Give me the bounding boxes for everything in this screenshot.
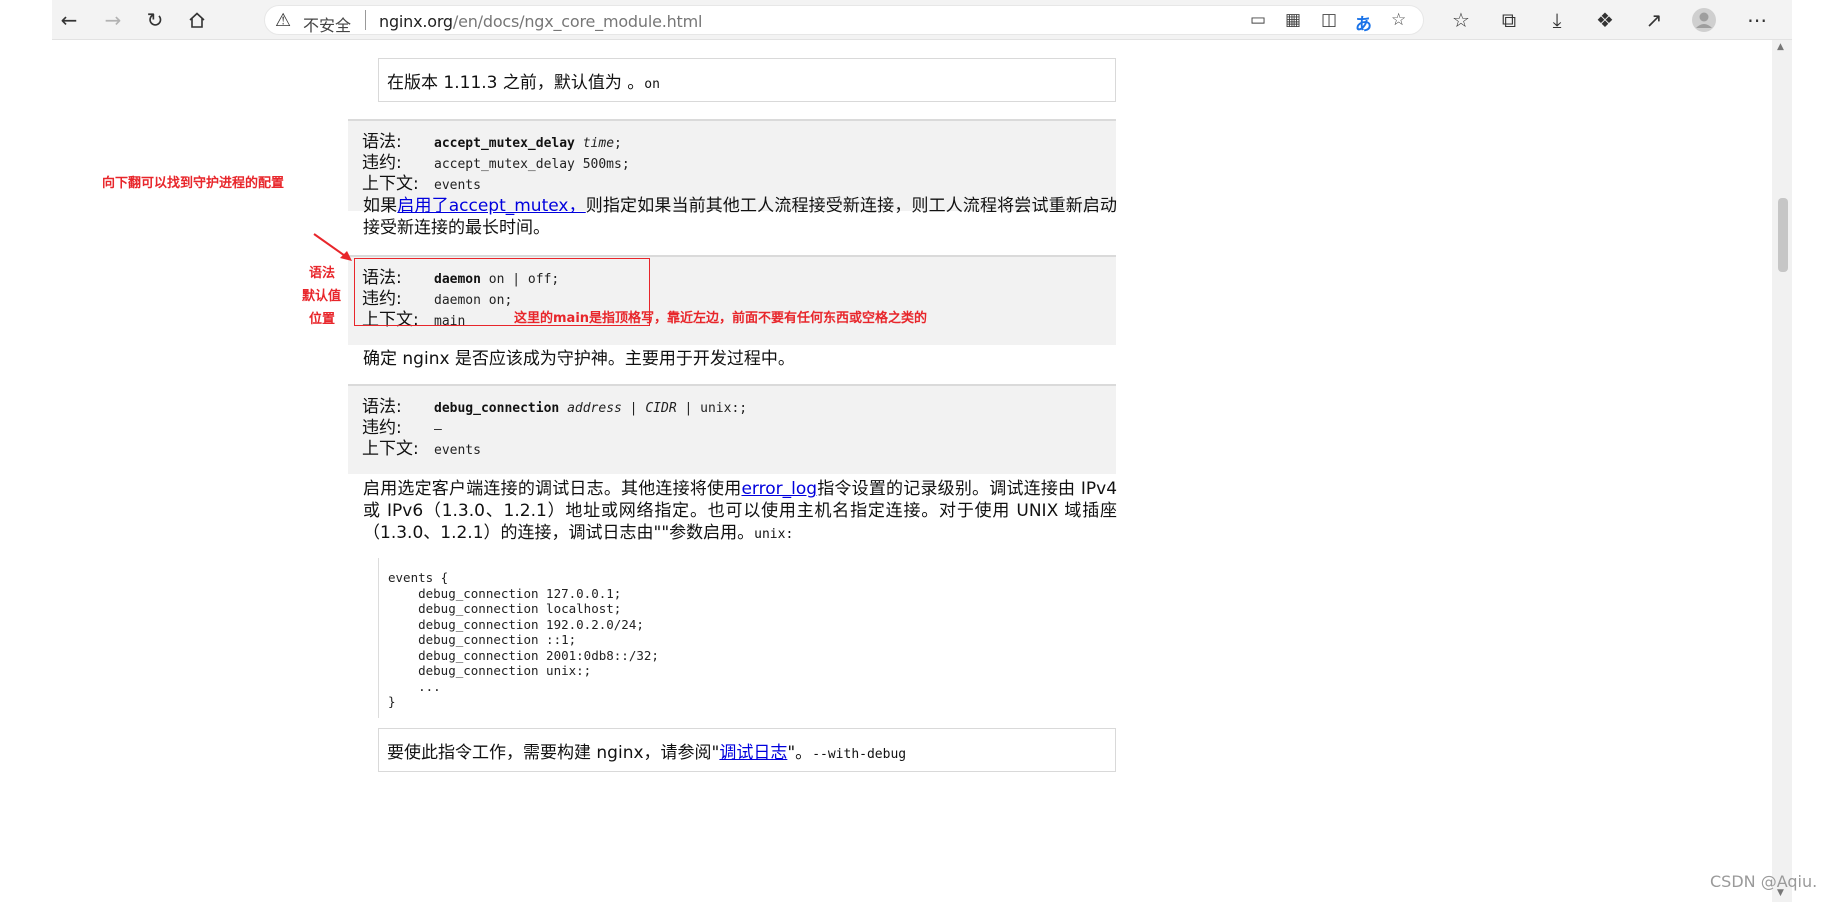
annotation-arrow-icon — [313, 233, 352, 261]
forward-button[interactable]: → — [96, 4, 130, 36]
download-icon: ⤓ — [1552, 8, 1562, 32]
refresh-icon: ↻ — [146, 8, 164, 32]
vertical-scrollbar[interactable]: ▲ ▼ — [1772, 40, 1792, 902]
context-label: 上下文: — [362, 439, 419, 459]
annotation-scroll-hint: 向下翻可以找到守护进程的配置 — [102, 176, 285, 191]
apps-icon[interactable]: ▦ — [1285, 10, 1301, 30]
scroll-thumb[interactable] — [1778, 198, 1788, 272]
default-value: accept_mutex_delay 500ms; — [434, 157, 630, 172]
share-icon: ↗ — [1645, 8, 1663, 32]
syntax-value: accept_mutex_delay time; — [434, 136, 622, 151]
context-label: 上下文: — [362, 174, 419, 194]
browser-toolbar: ← → ↻ ⚠ 不安全 nginx.org/en/docs/ngx_core_m… — [52, 0, 1792, 40]
profile-icon — [1692, 8, 1716, 32]
watermark: CSDN @Aqiu. — [1710, 872, 1818, 891]
extensions-icon: ❖ — [1596, 8, 1614, 32]
syntax-value: debug_connection address | CIDR | unix:; — [434, 401, 748, 416]
back-button[interactable]: ← — [52, 4, 86, 36]
refresh-button[interactable]: ↻ — [138, 4, 172, 36]
collections-button[interactable]: ⧉ — [1492, 4, 1526, 36]
home-icon — [189, 12, 205, 28]
address-separator — [365, 10, 366, 30]
address-bar[interactable]: ⚠ 不安全 nginx.org/en/docs/ngx_core_module.… — [264, 5, 1424, 35]
code-example-text: events { debug_connection 127.0.0.1; deb… — [388, 570, 659, 709]
annotation-label-default: 默认值 — [302, 289, 342, 304]
profile-button[interactable] — [1687, 4, 1721, 36]
link-debug-log[interactable]: 调试日志 — [719, 743, 787, 763]
url-host: nginx.org — [379, 12, 453, 31]
browser-window: ← → ↻ ⚠ 不安全 nginx.org/en/docs/ngx_core_m… — [52, 0, 1792, 902]
note-top: 在版本 1.11.3 之前，默认值为 。on — [378, 58, 1116, 102]
link-error-log[interactable]: error_log — [741, 479, 817, 499]
annotation-main-note: 这里的main是指顶格写，靠近左边，前面不要有任何东西或空格之类的 — [514, 311, 928, 326]
default-value: — — [434, 422, 442, 437]
security-label[interactable]: 不安全 — [303, 12, 351, 36]
code-example: events { debug_connection 127.0.0.1; deb… — [378, 558, 1116, 718]
context-value: events — [434, 178, 481, 193]
annotation-label-syntax: 语法 — [309, 266, 336, 281]
page-content: 在版本 1.11.3 之前，默认值为 。on 语法: 违约: 上下文: acce… — [52, 40, 1772, 902]
extensions-button[interactable]: ❖ — [1588, 4, 1622, 36]
paragraph-accept-mutex: 如果启用了accept_mutex，则指定如果当前其他工人流程接受新连接，则工人… — [363, 196, 1118, 238]
context-value: events — [434, 443, 481, 458]
default-label: 违约: — [362, 418, 402, 438]
cast-icon[interactable]: ▭ — [1250, 10, 1266, 30]
reader-icon[interactable]: ◫ — [1321, 10, 1337, 30]
download-button[interactable]: ⤓ — [1540, 4, 1574, 36]
share-button[interactable]: ↗ — [1637, 4, 1671, 36]
more-button[interactable]: ⋯ — [1740, 4, 1774, 36]
arrow-left-icon: ← — [60, 8, 78, 32]
annotation-label-position: 位置 — [309, 312, 336, 327]
default-label: 违约: — [362, 153, 402, 173]
more-icon: ⋯ — [1747, 8, 1767, 32]
translate-icon[interactable]: あ — [1355, 10, 1372, 35]
url-path: /en/docs/ngx_core_module.html — [452, 12, 703, 31]
collections-icon: ⧉ — [1501, 8, 1517, 32]
url-text[interactable]: nginx.org/en/docs/ngx_core_module.html — [379, 12, 702, 31]
note-top-text: 在版本 1.11.3 之前，默认值为 。on — [387, 73, 660, 93]
paragraph-daemon: 确定 nginx 是否应该成为守护神。主要用于开发过程中。 — [363, 349, 795, 369]
favorites-button[interactable]: ☆ — [1444, 4, 1478, 36]
paragraph-debug-connection: 启用选定客户端连接的调试日志。其他连接将使用error_log指令设置的记录级别… — [363, 479, 1118, 543]
arrow-right-icon: → — [104, 8, 122, 32]
home-button[interactable] — [180, 4, 214, 36]
syntax-label: 语法: — [362, 397, 402, 417]
syntax-label: 语法: — [362, 132, 402, 152]
favorite-add-icon[interactable]: ☆ — [1391, 10, 1406, 30]
link-accept-mutex[interactable]: 启用了accept_mutex， — [397, 196, 585, 216]
note-bottom-text: 要使此指令工作，需要构建 nginx，请参阅"调试日志"。--with-debu… — [387, 743, 907, 763]
note-bottom: 要使此指令工作，需要构建 nginx，请参阅"调试日志"。--with-debu… — [378, 728, 1116, 772]
warning-icon: ⚠ — [275, 10, 292, 31]
directive-debug-connection: 语法: 违约: 上下文: debug_connection address | … — [348, 384, 1116, 474]
scroll-up-icon[interactable]: ▲ — [1777, 42, 1784, 52]
favorites-icon: ☆ — [1452, 8, 1470, 32]
